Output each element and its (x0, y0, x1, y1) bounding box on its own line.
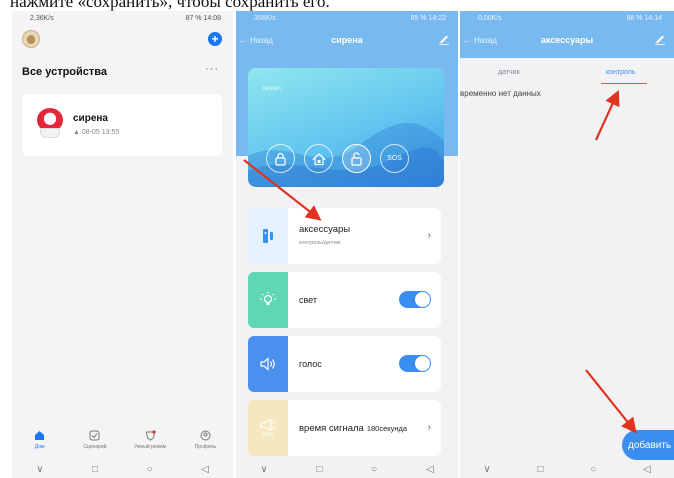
chevron-right-icon: › (427, 230, 431, 241)
sys-home-icon[interactable]: ○ (147, 464, 153, 475)
smart-mode-icon (145, 430, 156, 441)
alarm-card: сигнал SOS (248, 68, 444, 187)
tab-bar: датчик контроль (460, 58, 674, 88)
home-mode-button[interactable] (304, 144, 333, 173)
alarm-time-text: время сигнала (299, 423, 364, 434)
light-bulb-icon (248, 272, 288, 328)
system-nav-bar: ∨ □ ○ ◁ (460, 460, 674, 478)
avatar[interactable] (22, 30, 40, 48)
sys-home-icon[interactable]: ○ (371, 464, 377, 475)
page-title: аксессуары (540, 35, 594, 45)
sys-back-icon[interactable]: ◁ (201, 464, 209, 475)
speaker-icon (248, 336, 288, 392)
sys-down-icon[interactable]: ∨ (483, 464, 490, 475)
accessory-sensor-icon (248, 208, 288, 264)
edit-pencil-icon[interactable] (654, 32, 666, 50)
voice-row: голос (248, 336, 441, 392)
alarm-time-row[interactable]: HNS время сигнала 180секунда › (248, 400, 441, 456)
accessories-sub: контроль/датчик (299, 240, 341, 246)
sys-recent-icon[interactable]: □ (316, 464, 322, 475)
nav-scenario[interactable]: Сценарий (70, 427, 120, 457)
bottom-nav: Дом Сценарий Умный режим Профиль (12, 427, 233, 457)
lock-icon (275, 152, 286, 166)
scenario-icon (89, 430, 100, 441)
light-label: свет (299, 295, 318, 305)
sys-home-icon[interactable]: ○ (590, 464, 596, 475)
avatar-face-icon (27, 34, 35, 44)
light-toggle[interactable] (399, 291, 431, 308)
voice-label: голос (299, 359, 322, 369)
caption-text: нажмите «сохранить», чтобы сохранить его… (10, 0, 330, 11)
status-speed: 356K/s (254, 14, 276, 22)
accessories-row[interactable]: аксессуары контроль/датчик › (248, 208, 441, 264)
unlock-icon (351, 151, 362, 166)
sys-down-icon[interactable]: ∨ (36, 464, 43, 475)
megaphone-icon: HNS (248, 400, 288, 456)
tab-underline (601, 83, 647, 84)
section-title: Все устройства (22, 66, 108, 78)
accessories-label: аксессуары (299, 224, 351, 235)
sys-back-icon[interactable]: ◁ (643, 464, 651, 475)
arm-lock-button[interactable] (266, 144, 295, 173)
alarm-time-value: 180секунда (366, 424, 408, 433)
nav-profile-label: Профиль (194, 444, 217, 450)
sys-recent-icon[interactable]: □ (537, 464, 543, 475)
tab-sensor[interactable]: датчик (498, 69, 520, 76)
system-nav-bar: ∨ □ ○ ◁ (12, 460, 233, 478)
nav-home-label: Дом (34, 444, 45, 450)
disarm-unlock-button[interactable] (342, 144, 371, 173)
megaphone-icon-text: HNS (262, 431, 274, 438)
screen-accessories: 0,00K/s 86 % 14:14 ← Назад аксессуары да… (460, 11, 674, 478)
nav-profile[interactable]: Профиль (180, 427, 230, 457)
screen-home: 2,36K/s 87 % 14:08 + Все устройства ··· … (12, 11, 233, 478)
status-battery-time: 86 % 14:14 (626, 14, 662, 22)
sys-recent-icon[interactable]: □ (92, 464, 98, 475)
home-lock-icon (311, 152, 326, 165)
add-device-button[interactable]: + (208, 32, 222, 46)
tab-control[interactable]: контроль (606, 69, 635, 76)
more-menu-button[interactable]: ··· (205, 63, 219, 75)
page-title: сирена (331, 35, 363, 45)
add-button[interactable]: добавить (622, 430, 674, 460)
alarm-time-label: время сигнала 180секунда (299, 423, 407, 434)
nav-smart-mode[interactable]: Умный режим (125, 427, 175, 457)
nav-home[interactable]: Дом (15, 427, 65, 457)
siren-device-icon (37, 108, 63, 140)
status-bar: 2,36K/s 87 % 14:08 (12, 11, 233, 25)
screenshot-root: нажмите «сохранить», чтобы сохранить его… (0, 0, 674, 478)
top-bar: ← Назад сирена (236, 31, 458, 49)
nav-scenario-label: Сценарий (83, 444, 107, 450)
screen-siren: 356K/s 85 % 14:22 ← Назад сирена сигнал (236, 11, 458, 478)
status-battery-time: 87 % 14:08 (185, 14, 221, 22)
status-speed: 2,36K/s (30, 14, 54, 22)
bell-icon: ▲ (73, 129, 80, 136)
status-battery-time: 85 % 14:22 (410, 14, 446, 22)
status-bar: 356K/s 85 % 14:22 (236, 11, 458, 25)
edit-pencil-icon[interactable] (438, 32, 450, 50)
empty-state-text: временно нет данных (460, 89, 541, 98)
sys-down-icon[interactable]: ∨ (260, 464, 267, 475)
top-bar: ← Назад аксессуары (460, 31, 674, 49)
light-row: свет (248, 272, 441, 328)
device-time-text: 08-05 13:55 (81, 129, 120, 136)
system-nav-bar: ∨ □ ○ ◁ (236, 460, 458, 478)
device-card-siren[interactable]: сирена ▲ 08-05 13:55 (22, 94, 222, 156)
nav-smart-mode-label: Умный режим (134, 444, 167, 450)
device-name: сирена (73, 113, 108, 124)
alarm-label: сигнал (262, 86, 281, 92)
voice-toggle[interactable] (399, 355, 431, 372)
profile-icon (200, 430, 211, 441)
status-speed: 0,00K/s (478, 14, 502, 22)
sys-back-icon[interactable]: ◁ (426, 464, 434, 475)
mode-buttons: SOS (266, 144, 409, 173)
status-bar: 0,00K/s 86 % 14:14 (460, 11, 674, 25)
chevron-right-icon: › (427, 422, 431, 433)
device-last-event: ▲ 08-05 13:55 (73, 129, 119, 136)
sos-button[interactable]: SOS (380, 144, 409, 173)
home-icon (34, 430, 45, 441)
